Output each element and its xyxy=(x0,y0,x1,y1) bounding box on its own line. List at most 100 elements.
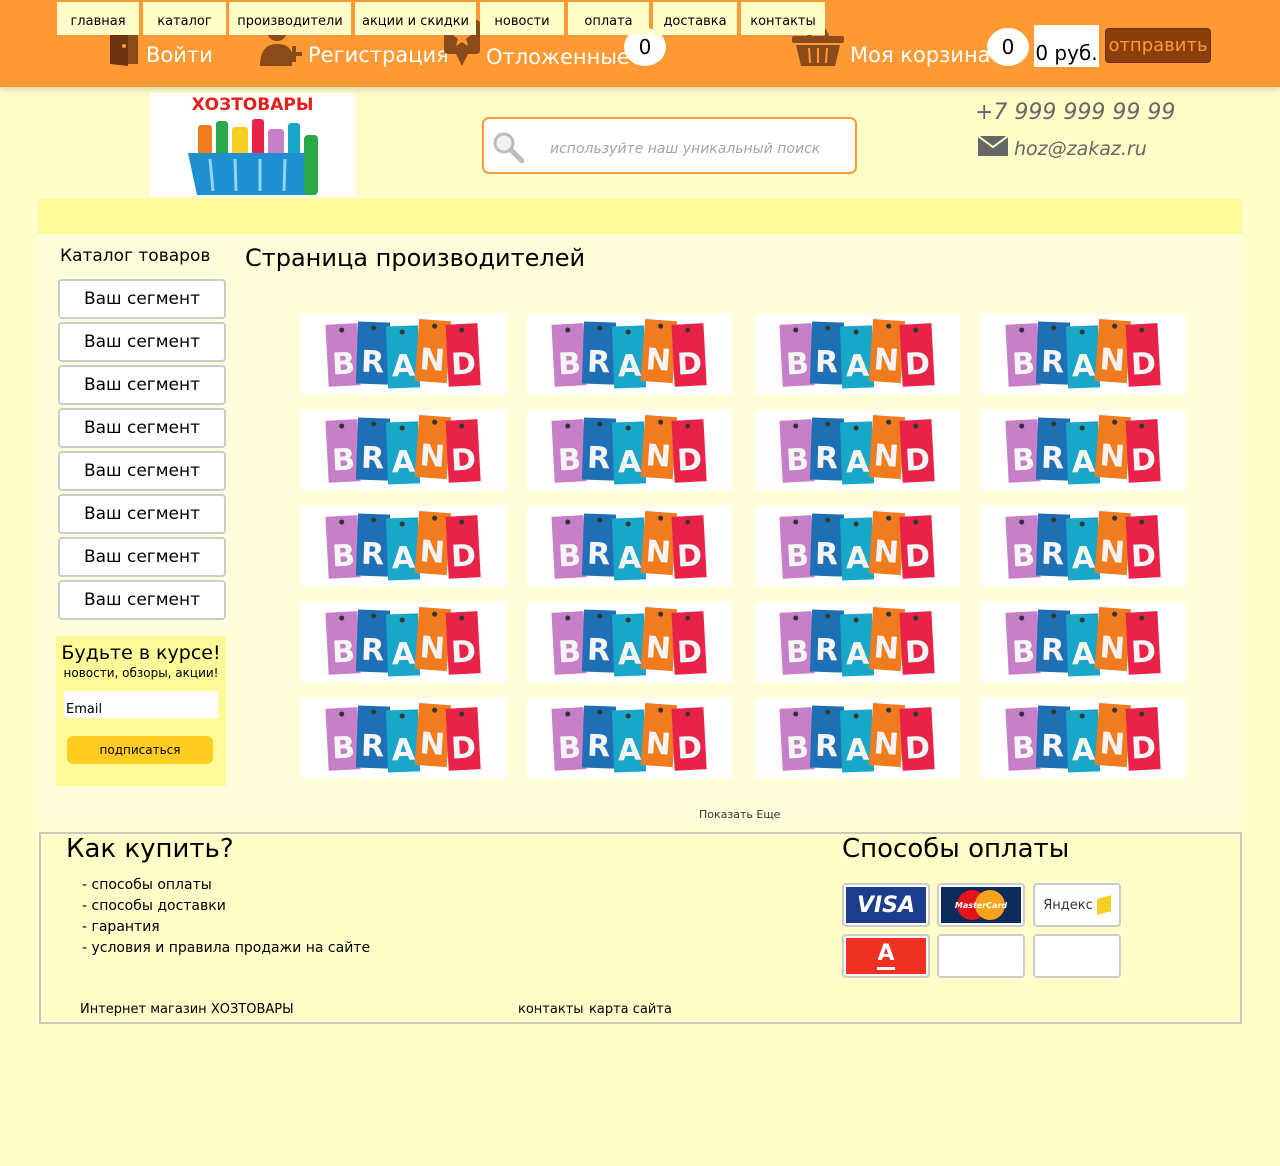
brand-logo-card[interactable]: BRAND xyxy=(301,314,506,394)
brand-tags-image: BRAND xyxy=(325,511,481,581)
brand-letter: D xyxy=(450,634,477,670)
brand-logo-card[interactable]: BRAND xyxy=(981,506,1186,586)
catalog-segment[interactable]: Ваш сегмент xyxy=(58,279,226,319)
brand-logo-card[interactable]: BRAND xyxy=(301,602,506,682)
nav-news[interactable]: новости xyxy=(480,2,564,35)
catalog-segment[interactable]: Ваш сегмент xyxy=(58,365,226,405)
brand-letter: N xyxy=(873,630,900,667)
brand-logo-card[interactable]: BRAND xyxy=(981,698,1186,778)
brand-logo-card[interactable]: BRAND xyxy=(527,602,732,682)
brand-letter: D xyxy=(1130,730,1157,766)
brand-letter: N xyxy=(1099,534,1126,571)
brand-letter: D xyxy=(676,538,703,574)
search-icon[interactable] xyxy=(492,131,525,168)
newsletter-box: Будьте в курсе! новости, обзоры, акции! … xyxy=(56,636,226,786)
brand-letter: B xyxy=(785,346,810,382)
brand-logo-card[interactable]: BRAND xyxy=(755,506,960,586)
brand-letter: B xyxy=(785,634,810,670)
brand-letter: R xyxy=(360,537,384,573)
brand-letter: D xyxy=(676,442,703,478)
alfa-text: А xyxy=(877,940,895,966)
brand-logo-card[interactable]: BRAND xyxy=(755,314,960,394)
brand-logo-card[interactable]: BRAND xyxy=(527,506,732,586)
show-more-link[interactable]: Показать Еще xyxy=(699,808,780,821)
brand-logo-card[interactable]: BRAND xyxy=(755,410,960,490)
catalog-title: Каталог товаров xyxy=(60,246,211,266)
brand-letter: N xyxy=(645,630,672,667)
brand-logo-card[interactable]: BRAND xyxy=(981,410,1186,490)
brand-letter: N xyxy=(1099,438,1126,475)
brand-logo-card[interactable]: BRAND xyxy=(527,410,732,490)
brand-letter: N xyxy=(1099,726,1126,763)
cart-sum: 0 руб. xyxy=(1034,25,1099,67)
search-box[interactable] xyxy=(482,117,857,174)
cleaning-products-image xyxy=(188,119,318,195)
footer-contacts-link[interactable]: контакты xyxy=(518,1002,584,1017)
footer-link-delivery-methods[interactable]: - способы доставки xyxy=(82,898,226,914)
brand-logo-card[interactable]: BRAND xyxy=(755,698,960,778)
how-to-buy-title: Как купить? xyxy=(66,834,234,864)
nav-home[interactable]: главная xyxy=(57,2,139,35)
nav-catalog[interactable]: каталог xyxy=(143,2,226,35)
brand-letter: R xyxy=(1040,633,1064,669)
page-title: Страница производителей xyxy=(245,244,586,272)
nav-payment[interactable]: оплата xyxy=(568,2,649,35)
nav-delivery[interactable]: доставка xyxy=(653,2,737,35)
phone-number[interactable]: +7 999 999 99 99 xyxy=(975,100,1175,125)
catalog-segment[interactable]: Ваш сегмент xyxy=(58,451,226,491)
catalog-segment[interactable]: Ваш сегмент xyxy=(58,408,226,448)
brand-letter: R xyxy=(1040,345,1064,381)
brand-letter: D xyxy=(1130,442,1157,478)
wallet-icon xyxy=(1096,895,1111,915)
catalog-segment[interactable]: Ваш сегмент xyxy=(58,322,226,362)
brand-letter: R xyxy=(360,345,384,381)
brand-letter: B xyxy=(785,538,810,574)
login-label: Войти xyxy=(146,43,213,67)
send-button[interactable]: отправить xyxy=(1105,28,1211,63)
brand-logo-card[interactable]: BRAND xyxy=(981,602,1186,682)
cart-count-badge: 0 xyxy=(987,28,1029,66)
brand-letter: D xyxy=(450,442,477,478)
brand-tags-image: BRAND xyxy=(1005,415,1161,485)
brand-tags-image: BRAND xyxy=(551,319,707,389)
brand-logo-card[interactable]: BRAND xyxy=(527,314,732,394)
newsletter-email-field[interactable] xyxy=(64,691,218,718)
brand-letter: N xyxy=(419,438,446,475)
brand-letter: N xyxy=(645,438,672,475)
brand-logo-card[interactable]: BRAND xyxy=(301,698,506,778)
nav-manufacturers[interactable]: производители xyxy=(229,2,351,35)
brand-tags-image: BRAND xyxy=(779,319,935,389)
catalog-segment[interactable]: Ваш сегмент xyxy=(58,580,226,620)
brand-logo-card[interactable]: BRAND xyxy=(301,410,506,490)
brand-logo-card[interactable]: BRAND xyxy=(301,506,506,586)
search-input[interactable] xyxy=(550,141,840,157)
brand-letter: A xyxy=(845,733,870,769)
subscribe-button[interactable]: подписаться xyxy=(67,736,213,764)
brand-letter: A xyxy=(845,445,870,481)
nav-promotions[interactable]: акции и скидки xyxy=(355,2,476,35)
brand-letter: R xyxy=(814,633,838,669)
site-logo[interactable]: ХОЗТОВАРЫ xyxy=(150,93,355,196)
brand-letter: R xyxy=(586,729,610,765)
yandex-text: Яндекс xyxy=(1043,897,1093,913)
brand-logo-card[interactable]: BRAND xyxy=(981,314,1186,394)
brand-letter: R xyxy=(814,441,838,477)
footer-link-payment-methods[interactable]: - способы оплаты xyxy=(82,877,212,893)
brand-tags-image: BRAND xyxy=(551,607,707,677)
brand-tags-image: BRAND xyxy=(779,511,935,581)
brand-letter: B xyxy=(1011,442,1036,478)
email-contact[interactable]: hoz@zakaz.ru xyxy=(977,135,1147,161)
brand-tags-image: BRAND xyxy=(551,415,707,485)
brand-letter: A xyxy=(845,541,870,577)
brand-logo-card[interactable]: BRAND xyxy=(755,602,960,682)
brand-letter: A xyxy=(1071,733,1096,769)
catalog-segment[interactable]: Ваш сегмент xyxy=(58,537,226,577)
nav-contacts[interactable]: контакты xyxy=(741,2,825,35)
footer-link-warranty[interactable]: - гарантия xyxy=(82,919,160,935)
catalog-segment[interactable]: Ваш сегмент xyxy=(58,494,226,534)
brand-letter: A xyxy=(617,733,642,769)
brand-letter: D xyxy=(904,442,931,478)
brand-logo-card[interactable]: BRAND xyxy=(527,698,732,778)
footer-link-terms[interactable]: - условия и правила продажи на сайте xyxy=(82,940,370,956)
footer-sitemap-link[interactable]: карта сайта xyxy=(589,1002,672,1017)
